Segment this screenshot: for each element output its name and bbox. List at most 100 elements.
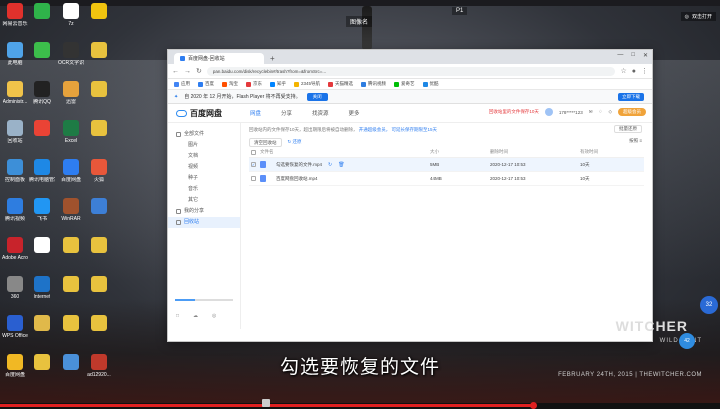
bookmark-item[interactable]: 优酷 [422, 81, 439, 87]
sidebar-item[interactable]: 其它 [168, 195, 240, 206]
username[interactable]: 178*****123 [559, 110, 583, 115]
desktop-icon[interactable] [91, 315, 107, 354]
desktop-icon[interactable]: 此电脑 [7, 42, 23, 81]
file-name[interactable]: 百度网盘回收站.mp4 [276, 176, 318, 182]
desktop-icon[interactable]: 迅雷 [63, 81, 79, 120]
col-header-time[interactable]: 删除时间 [490, 149, 580, 155]
pan-logo[interactable]: 百度网盘 [176, 108, 250, 119]
bookmark-item[interactable]: 爱奇艺 [394, 81, 415, 87]
desktop-icon[interactable]: 控制面板 [5, 159, 25, 198]
select-all-checkbox[interactable] [251, 149, 256, 155]
table-row[interactable]: ✓ 勾选要恢复的文件.mp4 ↻ 🗑 5MB 2020-12-17 10:53 10天 [249, 158, 644, 172]
vip-button[interactable]: 超级会员 [618, 108, 646, 116]
batch-restore-button[interactable]: 批量还原 [614, 125, 642, 133]
avatar[interactable] [544, 108, 553, 116]
col-header-left[interactable]: 有效时间 [580, 149, 620, 155]
minimize-button[interactable]: — [617, 52, 623, 59]
col-header-name[interactable]: 文件名 [260, 149, 430, 155]
desktop-icon[interactable]: 飞书 [34, 198, 50, 237]
desktop-icon[interactable] [34, 3, 50, 42]
pan-nav-tab[interactable]: 分享 [281, 109, 292, 117]
desktop-icon[interactable]: 回收站 [7, 120, 23, 159]
sidebar-item[interactable]: 视频 [168, 162, 240, 173]
clear-recycle-button[interactable]: 清空回收站 [249, 137, 282, 147]
sidebar-item[interactable]: 图片 [168, 140, 240, 151]
top-right-widget[interactable]: ◎ 双击打开 [680, 12, 716, 21]
desktop-icon[interactable] [91, 42, 107, 81]
forward-arrow-icon[interactable]: → [184, 68, 191, 75]
info-close-button[interactable]: 关闭 [306, 92, 328, 101]
desktop-icon[interactable] [91, 237, 107, 276]
maximize-button[interactable]: □ [631, 52, 635, 59]
bookmark-item[interactable]: 腾讯视频 [361, 81, 386, 87]
desktop-icon[interactable] [91, 276, 107, 315]
sidebar-item[interactable]: 种子 [168, 173, 240, 184]
desktop-icon[interactable] [63, 315, 79, 354]
bookmark-item[interactable]: 天猫精选 [328, 81, 353, 87]
desktop-icon[interactable]: Administr... [3, 81, 27, 120]
bookmark-item[interactable]: 淘宝 [222, 81, 238, 87]
row-checkbox[interactable] [251, 176, 256, 181]
mail-icon[interactable]: ✉ [589, 109, 593, 115]
taskbar-app-icon[interactable] [262, 399, 270, 407]
desktop-icon[interactable] [34, 237, 50, 276]
app-icon[interactable]: □ [176, 313, 179, 319]
bookmark-item[interactable]: 应用 [174, 81, 190, 87]
sidebar-item[interactable]: 文档 [168, 151, 240, 162]
desktop-icon[interactable] [34, 315, 50, 354]
cloud-icon[interactable]: ☁ [193, 313, 198, 319]
shirt-icon[interactable]: ◇ [609, 109, 612, 115]
back-arrow-icon[interactable]: ← [172, 68, 179, 75]
desktop-icon[interactable]: WPS Office [2, 315, 28, 354]
desktop-icon[interactable]: Internet [34, 276, 50, 315]
table-row[interactable]: 百度网盘回收站.mp4 44MB 2020-12-17 10:53 10天 [249, 172, 644, 186]
floating-badge-2[interactable]: 42 [679, 333, 695, 349]
profile-icon[interactable]: ● [632, 68, 636, 75]
notice-link[interactable]: 开通超级会员， [359, 127, 391, 132]
row-checkbox[interactable]: ✓ [251, 162, 256, 167]
url-input[interactable]: pan.baidu.com/disk/recyclebin#/trash?fro… [206, 66, 616, 76]
row-restore-icon[interactable]: ↻ [328, 162, 332, 168]
info-download-button[interactable]: 立即下载 [618, 93, 644, 101]
recycle-notice-link[interactable]: 回收站里的文件保存10天 [489, 109, 539, 115]
desktop-icon[interactable]: Excel [63, 120, 79, 159]
desktop-icon[interactable] [34, 42, 50, 81]
desktop-icon[interactable]: 7z [63, 3, 79, 42]
floating-badge[interactable]: 32 [700, 296, 718, 314]
bell-icon[interactable]: ♢ [598, 109, 602, 115]
row-delete-icon[interactable]: 🗑 [338, 162, 344, 168]
new-tab-button[interactable]: + [270, 53, 275, 64]
star-icon[interactable]: ☆ [620, 67, 626, 75]
desktop-icon[interactable] [91, 3, 107, 42]
desktop-icon[interactable] [91, 120, 107, 159]
desktop-icon[interactable] [91, 81, 107, 120]
sidebar-item[interactable]: 我的分享 [168, 206, 240, 217]
desktop-icon[interactable] [63, 276, 79, 315]
pan-nav-tab[interactable]: 网盘 [250, 109, 261, 117]
desktop-icon[interactable]: 火狐 [91, 159, 107, 198]
sort-button[interactable]: 按照 ≡ [629, 138, 642, 144]
browser-tab[interactable]: 百度网盘-回收站 [174, 53, 264, 64]
bookmark-item[interactable]: 知乎 [270, 81, 286, 87]
desktop-icon[interactable]: 360 [7, 276, 23, 315]
col-header-size[interactable]: 大小 [430, 149, 490, 155]
sidebar-item[interactable]: 全部文件 [168, 129, 240, 140]
desktop-icon[interactable] [91, 198, 107, 237]
desktop-icon[interactable] [63, 237, 79, 276]
bookmark-item[interactable]: 2345导航 [294, 81, 320, 87]
bookmark-item[interactable]: 百度 [198, 81, 214, 87]
desktop-icon[interactable]: 百度网盘 [61, 159, 81, 198]
menu-icon[interactable]: ⋮ [641, 67, 648, 75]
sidebar-item[interactable]: 音乐 [168, 184, 240, 195]
desktop-icon[interactable]: Adobe Acrobat [2, 237, 28, 276]
pan-nav-tab[interactable]: 找资源 [312, 109, 329, 117]
desktop-icon[interactable] [34, 120, 50, 159]
desktop-icon[interactable]: 腾讯电脑管家 [29, 159, 55, 198]
video-progress-knob[interactable] [530, 402, 537, 409]
file-name[interactable]: 勾选要恢复的文件.mp4 [276, 162, 322, 168]
settings-icon[interactable]: ◎ [212, 313, 216, 319]
pan-nav-tab[interactable]: 更多 [349, 109, 360, 117]
desktop-icon[interactable]: OCR文字识别 [58, 42, 84, 81]
bookmark-item[interactable]: 京东 [246, 81, 262, 87]
reload-icon[interactable]: ↻ [196, 67, 202, 75]
